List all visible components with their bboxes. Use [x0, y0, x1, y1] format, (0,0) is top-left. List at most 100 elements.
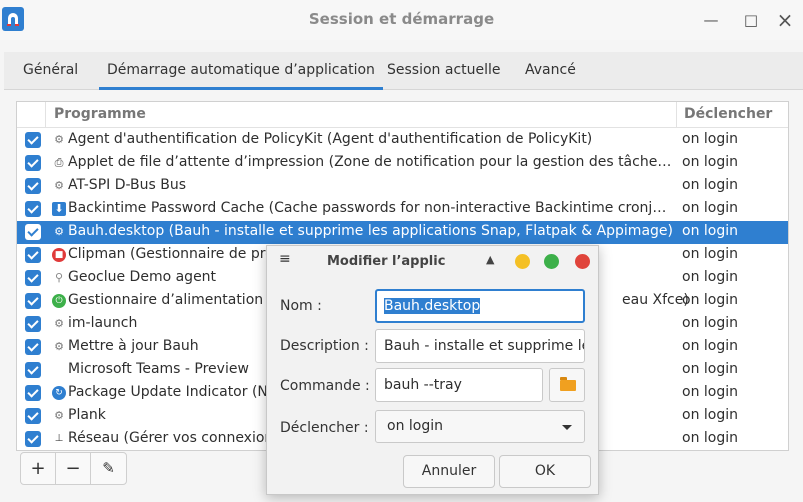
clipman-icon: ■ — [52, 248, 66, 262]
enabled-checkbox[interactable] — [25, 339, 41, 355]
description-field[interactable]: Bauh - installe et supprime les — [375, 329, 585, 363]
table-row[interactable]: ⚙ Bauh.desktop (Bauh - installe et suppri… — [17, 221, 788, 244]
enabled-checkbox[interactable] — [25, 431, 41, 447]
trigger-select-value: on login — [387, 418, 443, 434]
maximize-dot-button[interactable] — [544, 254, 559, 269]
enabled-checkbox[interactable] — [25, 155, 41, 171]
trigger-value: on login — [682, 407, 738, 423]
minimize-dot-button[interactable] — [515, 254, 530, 269]
power-icon: ⏻ — [52, 294, 66, 308]
column-header-program[interactable]: Programme — [54, 106, 146, 122]
trigger-value: on login — [682, 246, 738, 262]
enabled-checkbox[interactable] — [25, 201, 41, 217]
tab-general[interactable]: Général — [23, 52, 78, 90]
program-name: Réseau (Gérer vos connexions — [68, 430, 281, 446]
program-name-suffix: eau Xfce) — [622, 292, 689, 308]
trigger-value: on login — [682, 315, 738, 331]
cancel-button[interactable]: Annuler — [403, 455, 495, 488]
download-icon: ⬇ — [52, 202, 66, 216]
trigger-value: on login — [682, 430, 738, 446]
program-name: im-launch — [68, 315, 138, 331]
description-label: Description : — [280, 338, 369, 354]
trigger-select[interactable]: on login — [375, 410, 585, 443]
enabled-checkbox[interactable] — [25, 362, 41, 378]
gear-icon: ⚙ — [54, 317, 64, 330]
network-icon: ⊥ — [54, 433, 64, 444]
table-row[interactable]: ⎙ Applet de file d’attente d’impression (… — [17, 152, 788, 175]
name-field[interactable]: Bauh.desktop — [375, 289, 585, 323]
column-divider — [676, 102, 677, 128]
trigger-value: on login — [682, 223, 738, 239]
gear-icon: ⚙ — [54, 409, 64, 422]
add-button[interactable]: + — [21, 453, 56, 484]
ok-button[interactable]: OK — [499, 455, 591, 488]
program-name: Clipman (Gestionnaire de pres — [68, 246, 282, 262]
dialog-title: Modifier l’applic — [327, 254, 446, 269]
browse-button[interactable] — [549, 368, 585, 402]
table-row[interactable]: ⚙ Agent d'authentification de PolicyKit (… — [17, 129, 788, 152]
name-label: Nom : — [280, 298, 322, 314]
close-button[interactable]: × — [775, 10, 795, 30]
trigger-value: on login — [682, 154, 738, 170]
window-titlebar: Session et démarrage — □ × — [0, 0, 803, 40]
program-name: Applet de file d’attente d’impression (Z… — [68, 154, 674, 170]
trigger-value: on login — [682, 292, 738, 308]
program-name: Backintime Password Cache (Cache passwor… — [68, 200, 674, 216]
location-pin-icon: ⚲ — [54, 271, 64, 284]
tab-autostart[interactable]: Démarrage automatique d’application — [99, 52, 383, 90]
minimize-button[interactable]: — — [701, 10, 721, 30]
table-row[interactable]: ⬇ Backintime Password Cache (Cache passwo… — [17, 198, 788, 221]
enabled-checkbox[interactable] — [25, 224, 41, 240]
chevron-down-icon — [562, 425, 572, 430]
package-update-icon: ↻ — [52, 386, 66, 400]
trigger-value: on login — [682, 269, 738, 285]
enabled-checkbox[interactable] — [25, 178, 41, 194]
enabled-checkbox[interactable] — [25, 385, 41, 401]
gear-icon: ⚙ — [54, 225, 64, 238]
program-name: Geoclue Demo agent — [68, 269, 217, 285]
trigger-value: on login — [682, 131, 738, 147]
gear-icon: ⚙ — [54, 179, 64, 192]
table-header: Programme Déclencher — [17, 102, 788, 128]
menu-icon[interactable]: ≡ — [279, 251, 291, 267]
program-name: Package Update Indicator (Not — [68, 384, 282, 400]
column-header-trigger[interactable]: Déclencher — [684, 106, 772, 122]
trigger-value: on login — [682, 177, 738, 193]
gear-icon: ⚙ — [54, 133, 64, 146]
edit-button[interactable]: ✎ — [91, 453, 126, 484]
command-label: Commande : — [280, 378, 370, 394]
folder-icon — [560, 377, 576, 391]
column-divider — [45, 102, 46, 128]
enabled-checkbox[interactable] — [25, 408, 41, 424]
printer-icon: ⎙ — [54, 156, 64, 169]
enabled-checkbox[interactable] — [25, 132, 41, 148]
tab-current-session[interactable]: Session actuelle — [387, 52, 501, 90]
maximize-button[interactable]: □ — [741, 10, 761, 30]
edit-application-dialog: ≡ Modifier l’applic ▲ Nom : Bauh.desktop… — [266, 245, 599, 495]
enabled-checkbox[interactable] — [25, 316, 41, 332]
program-name: Microsoft Teams - Preview — [68, 361, 249, 377]
trigger-value: on login — [682, 361, 738, 377]
gear-icon: ⚙ — [54, 340, 64, 353]
enabled-checkbox[interactable] — [25, 247, 41, 263]
program-name: Mettre à jour Bauh — [68, 338, 199, 354]
tab-advanced[interactable]: Avancé — [525, 52, 576, 90]
window-title: Session et démarrage — [308, 10, 495, 28]
shade-up-icon[interactable]: ▲ — [486, 253, 494, 266]
trigger-value: on login — [682, 200, 738, 216]
table-toolbar: + − ✎ — [20, 452, 127, 485]
program-name: Agent d'authentification de PolicyKit (A… — [68, 131, 593, 147]
tab-bar: Général Démarrage automatique d’applicat… — [4, 52, 803, 90]
enabled-checkbox[interactable] — [25, 293, 41, 309]
program-name: Gestionnaire d’alimentation (G — [68, 292, 284, 308]
enabled-checkbox[interactable] — [25, 270, 41, 286]
trigger-value: on login — [682, 384, 738, 400]
dialog-titlebar: ≡ Modifier l’applic ▲ — [267, 246, 598, 278]
command-field[interactable]: bauh --tray — [375, 368, 543, 402]
table-row[interactable]: ⚙ AT-SPI D-Bus Bus on login — [17, 175, 788, 198]
remove-button[interactable]: − — [56, 453, 91, 484]
trigger-label: Déclencher : — [280, 420, 369, 436]
program-name: Bauh.desktop (Bauh - installe et supprim… — [68, 223, 673, 239]
program-name: AT-SPI D-Bus Bus — [68, 177, 187, 193]
close-dot-button[interactable] — [575, 254, 590, 269]
